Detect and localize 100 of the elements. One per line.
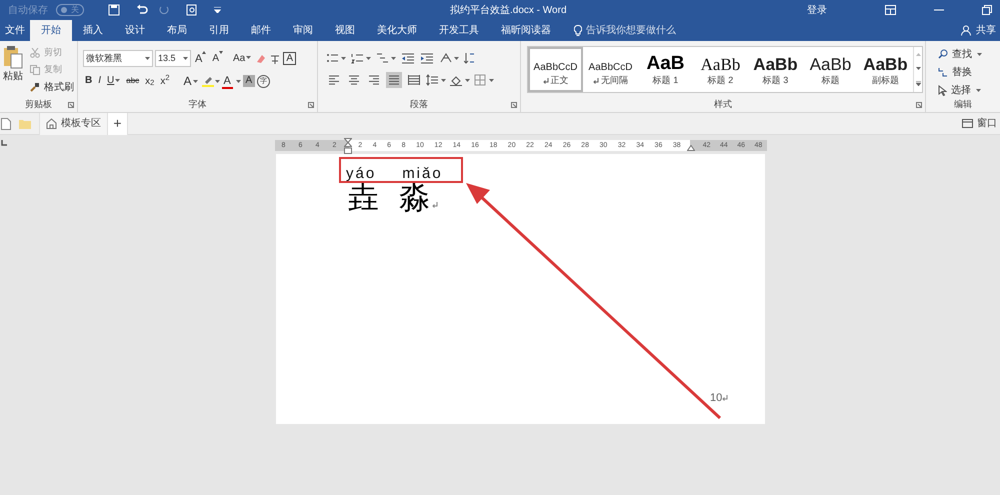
tab-selector-icon[interactable]	[0, 139, 8, 147]
search-icon	[938, 49, 948, 59]
paintbrush-icon	[30, 82, 40, 92]
print-preview-icon[interactable]	[186, 4, 198, 16]
decrease-indent-icon[interactable]	[401, 52, 415, 64]
footer-number: 10	[710, 391, 722, 406]
shrink-font-button[interactable]: A	[210, 50, 226, 66]
tell-me-field[interactable]: 告诉我你想要做什么	[574, 20, 696, 41]
dialog-launcher-icon[interactable]	[308, 102, 314, 108]
customize-caret-icon[interactable]	[214, 7, 221, 13]
style-item[interactable]: AaBbCcD 正文	[528, 47, 583, 92]
gallery-scroll-control[interactable]	[913, 47, 922, 92]
ribbon-tab[interactable]: 开始	[30, 20, 72, 41]
strikethrough-button[interactable]: abc	[124, 73, 142, 89]
style-item[interactable]: AaBb 标题 3	[748, 47, 803, 92]
chinese-character: 垚	[348, 180, 379, 216]
right-indent-marker-icon[interactable]	[687, 145, 695, 151]
style-item[interactable]: AaBb 标题 2	[693, 47, 748, 92]
clipboard-icon	[3, 45, 23, 69]
dialog-launcher-icon[interactable]	[68, 102, 74, 108]
ribbon-tab[interactable]: 布局	[156, 20, 198, 41]
new-document-icon[interactable]	[1, 118, 11, 130]
increase-indent-icon[interactable]	[420, 52, 434, 64]
window-title: 拟约平台效益.docx - Word	[450, 4, 566, 18]
format-painter-button[interactable]: 格式刷	[30, 79, 74, 95]
sort-icon[interactable]	[464, 52, 476, 64]
window-button[interactable]: 窗口	[962, 116, 1000, 131]
home-icon	[46, 118, 57, 129]
caret-icon	[183, 57, 188, 60]
paragraph-mark-icon	[593, 78, 599, 84]
ribbon-tab[interactable]: 设计	[114, 20, 156, 41]
ribbon-tab[interactable]: 开发工具	[428, 20, 490, 41]
document-tab[interactable]: 模板专区	[39, 112, 108, 134]
share-button[interactable]: 共享	[961, 20, 1000, 41]
change-case-button[interactable]: Aa	[231, 50, 254, 66]
scroll-down-icon	[916, 66, 920, 70]
caret-icon	[115, 78, 120, 82]
character-border-button[interactable]: A	[283, 52, 296, 65]
grow-font-button[interactable]: A	[193, 50, 208, 66]
expand-gallery-icon	[916, 81, 920, 86]
dialog-launcher-icon[interactable]	[511, 102, 517, 108]
chinese-character: 淼	[399, 180, 430, 216]
character-shading-button[interactable]: A	[242, 75, 255, 87]
redo-icon[interactable]	[158, 4, 170, 16]
chinese-layout-icon[interactable]	[439, 52, 459, 64]
undo-icon[interactable]	[136, 4, 150, 16]
text-effects-button[interactable]: A	[182, 73, 200, 89]
replace-icon	[938, 67, 948, 77]
ribbon-display-icon[interactable]	[885, 5, 896, 15]
ribbon-tab[interactable]: 文件	[0, 20, 30, 41]
person-icon	[961, 25, 972, 36]
numbering-icon[interactable]	[351, 52, 371, 64]
dialog-launcher-icon[interactable]	[916, 102, 922, 108]
font-color-button[interactable]: A	[222, 73, 233, 89]
ribbon-tab[interactable]: 邮件	[240, 20, 282, 41]
ribbon-tab[interactable]: 引用	[198, 20, 240, 41]
ribbon-tab[interactable]: 美化大师	[366, 20, 428, 41]
bold-button[interactable]: B	[83, 73, 94, 89]
multilevel-list-icon[interactable]	[376, 52, 396, 64]
up-arrow-icon	[202, 50, 206, 54]
down-arrow-icon	[219, 50, 224, 54]
style-item[interactable]: AaBb 标题	[803, 47, 858, 92]
sign-in-link[interactable]: 登录	[807, 2, 827, 18]
pinyin-text: miǎo	[402, 164, 443, 183]
borders-icon[interactable]	[474, 74, 494, 86]
paragraph-mark-icon	[542, 78, 548, 84]
restore-icon[interactable]	[982, 5, 992, 15]
select-button[interactable]: 选择	[938, 82, 1000, 98]
replace-button[interactable]: 替换	[938, 64, 1000, 80]
minimize-icon[interactable]	[934, 9, 944, 11]
save-icon[interactable]	[108, 4, 120, 16]
scissors-icon	[30, 48, 40, 58]
paragraph-mark-icon	[722, 395, 728, 402]
shading-icon[interactable]	[450, 74, 470, 86]
superscript-button[interactable]: x$^{2}$	[158, 73, 172, 89]
caret-icon	[977, 52, 982, 56]
phonetic-guide-icon[interactable]	[269, 52, 282, 64]
style-item[interactable]: AaB 标题 1	[638, 47, 693, 92]
style-item[interactable]: AaBb 副标题	[858, 47, 913, 92]
autosave-label: 自动保存	[8, 4, 48, 18]
align-button[interactable]	[386, 72, 402, 88]
new-tab-button[interactable]: +	[108, 112, 128, 134]
window-icon	[962, 119, 973, 128]
ribbon-tab[interactable]: 插入	[72, 20, 114, 41]
ribbon-tab[interactable]: 审阅	[282, 20, 324, 41]
font-name-dropdown[interactable]: 微软雅黑	[83, 50, 153, 67]
find-button[interactable]: 查找	[938, 46, 1000, 62]
line-spacing-icon[interactable]	[426, 74, 446, 86]
font-size-dropdown[interactable]: 13.5	[155, 50, 191, 67]
bullets-icon[interactable]	[326, 52, 346, 64]
ribbon-tab[interactable]: 视图	[324, 20, 366, 41]
italic-button[interactable]: I	[96, 73, 104, 89]
underline-button[interactable]: U	[105, 73, 122, 89]
group-label: 段落	[410, 98, 428, 110]
ribbon-tab[interactable]: 福昕阅读器	[490, 20, 562, 41]
subscript-button[interactable]: x$_{2}$	[143, 73, 156, 89]
style-item[interactable]: AaBbCcD 无间隔	[583, 47, 638, 92]
align-button[interactable]	[406, 72, 422, 88]
paste-button[interactable]: 粘贴	[2, 45, 24, 112]
group-label: 样式	[714, 98, 732, 110]
